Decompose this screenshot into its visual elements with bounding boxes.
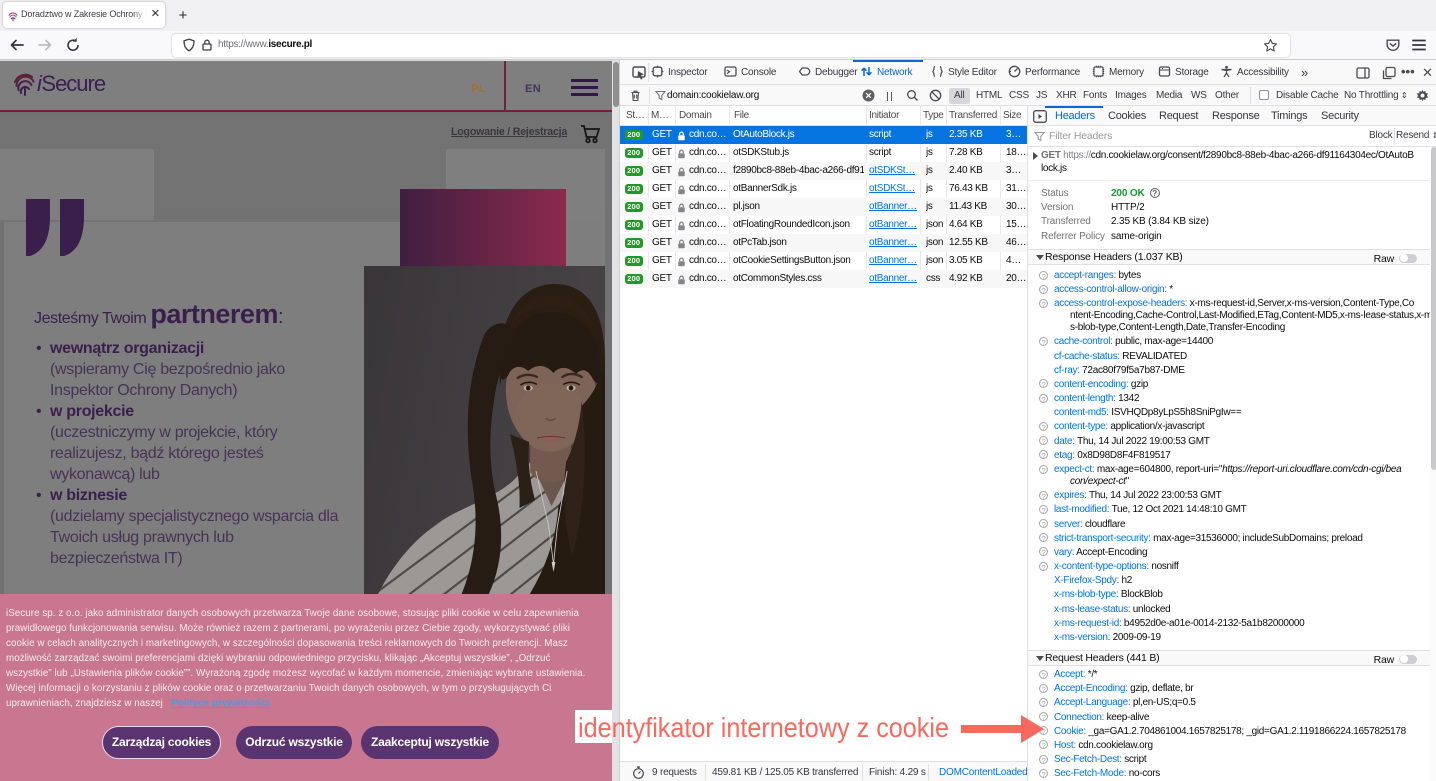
svg-text:identyfikator internetowy z co: identyfikator internetowy z cookie xyxy=(578,712,949,743)
